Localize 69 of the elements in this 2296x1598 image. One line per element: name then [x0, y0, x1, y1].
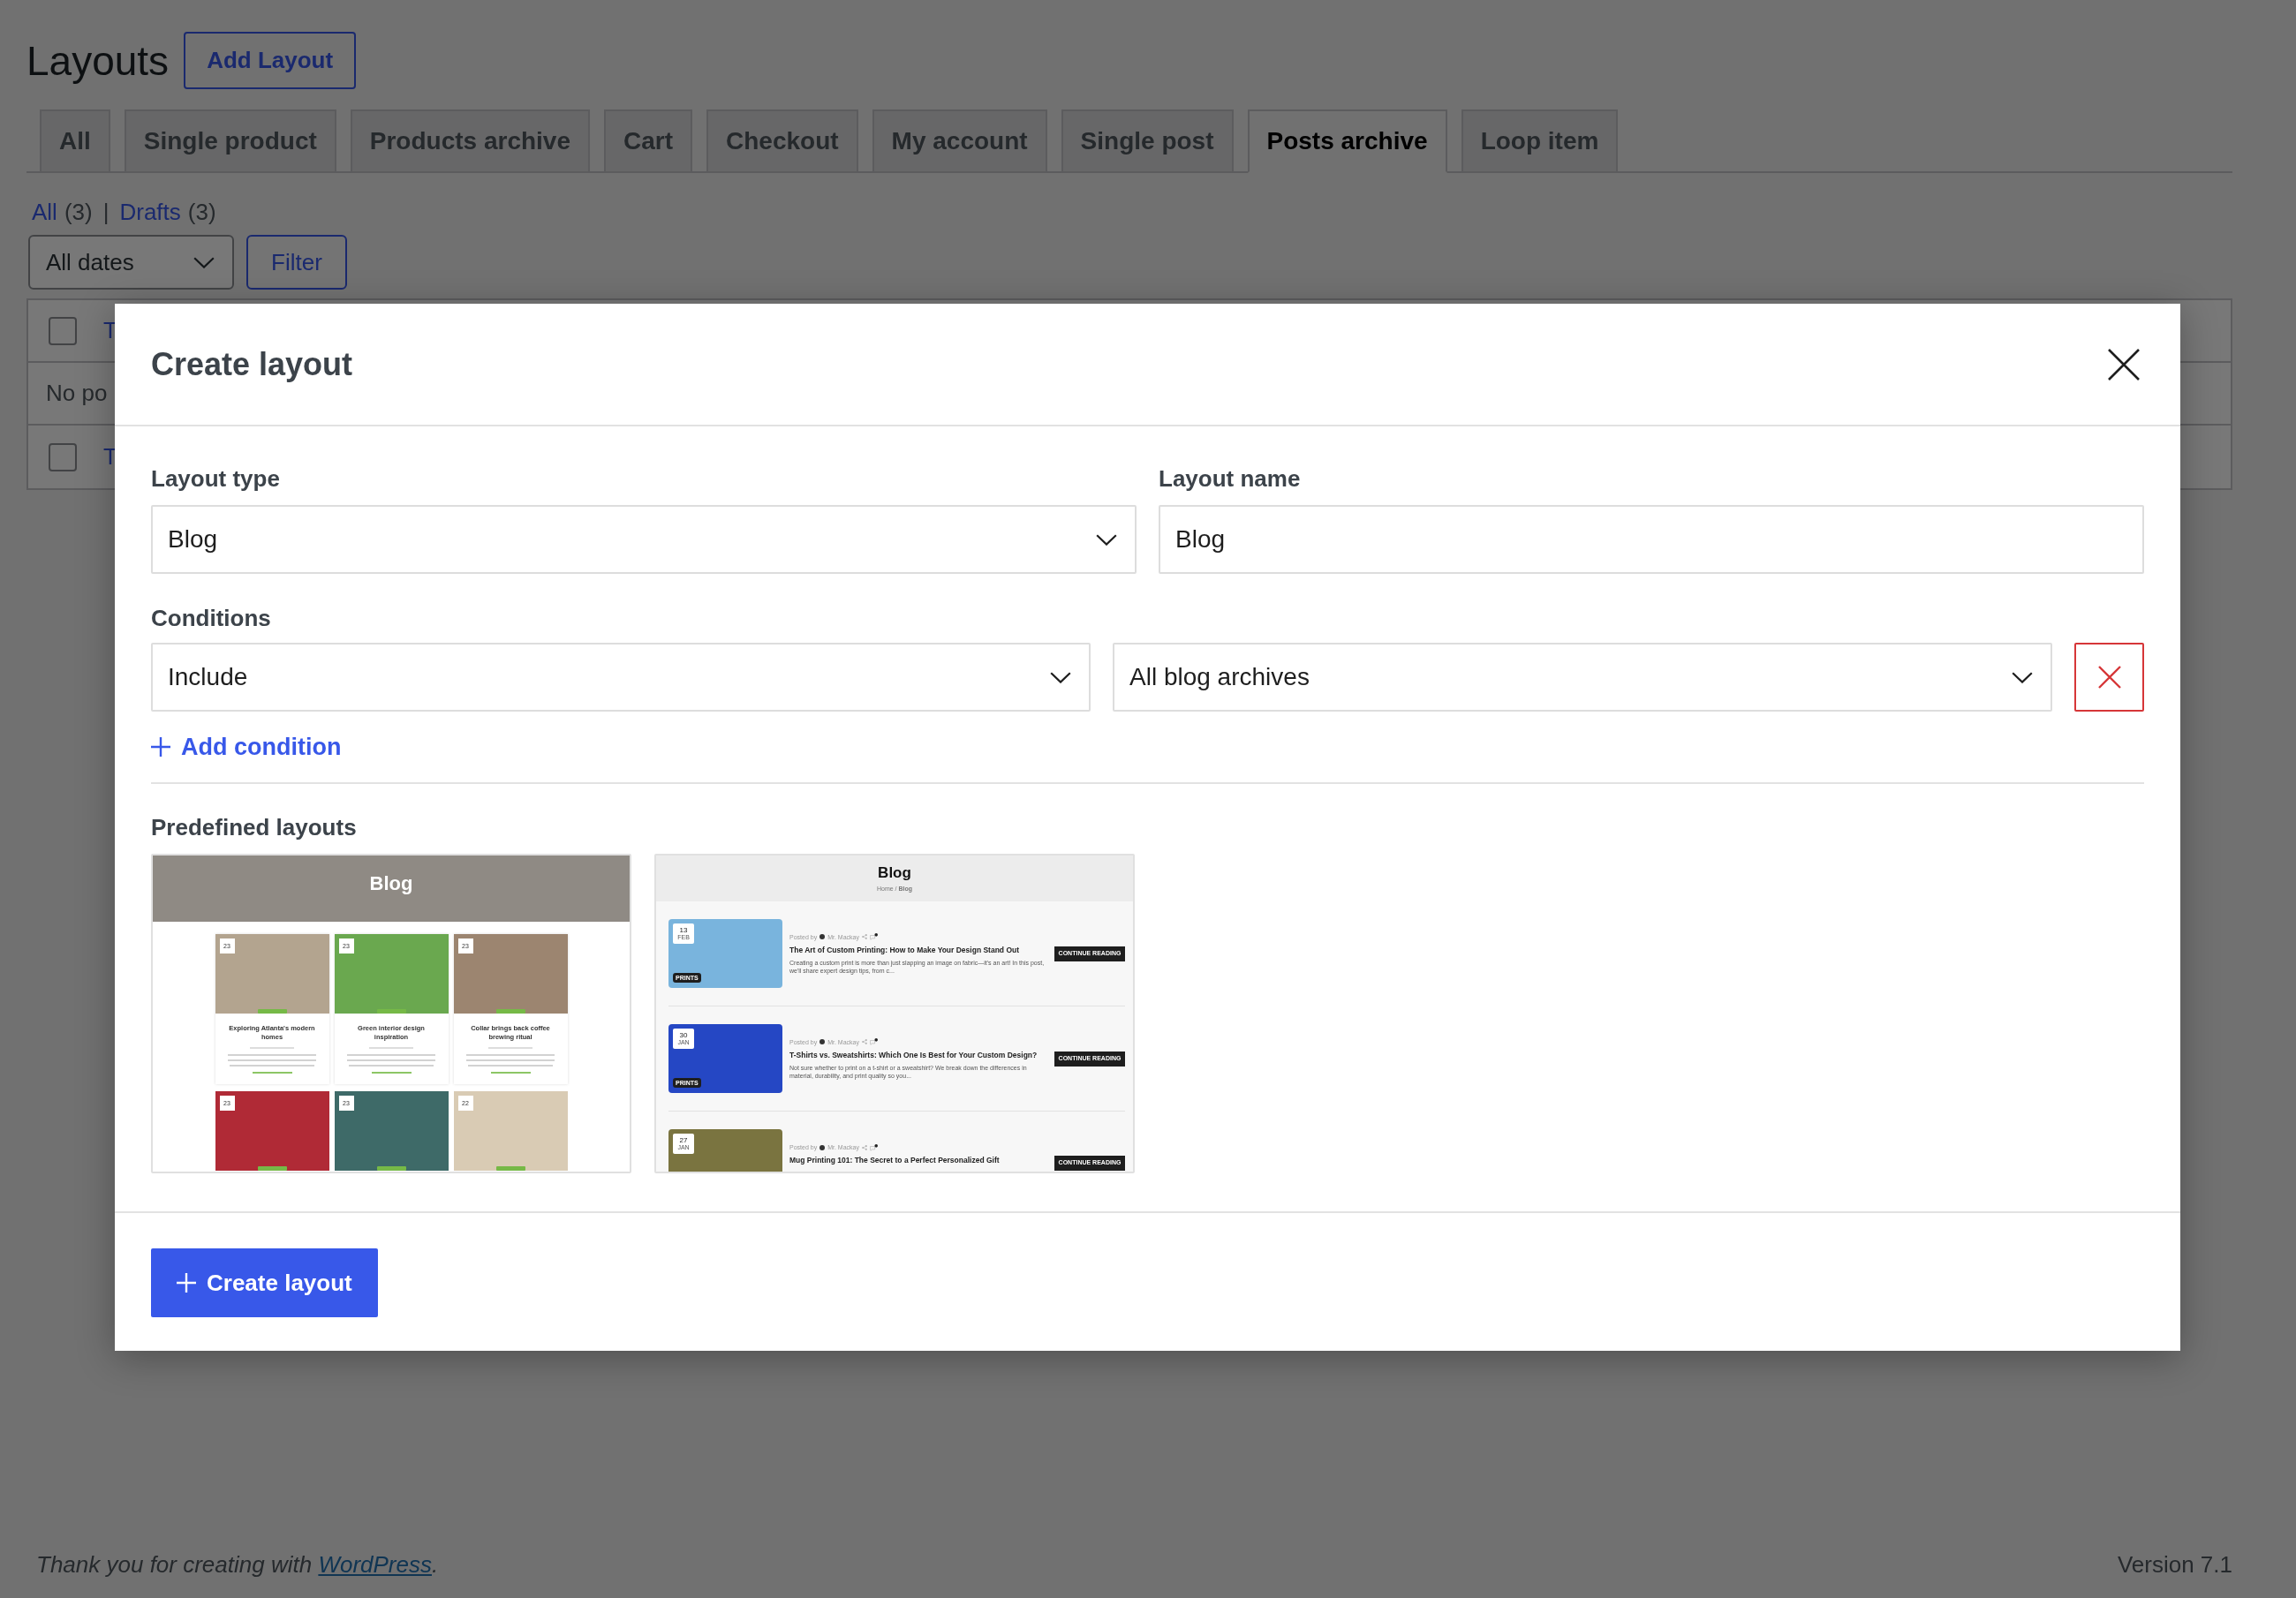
hero-title: Blog: [369, 871, 413, 895]
tab[interactable]: Cart: [604, 109, 692, 171]
tab[interactable]: Single product: [124, 109, 336, 171]
post-count: (3): [64, 198, 93, 227]
field-label: Layout name: [1159, 464, 1302, 493]
date-day: 27: [679, 1136, 688, 1144]
pill-icon: [257, 1166, 287, 1171]
chevron-down-icon: [1050, 671, 1071, 683]
field-label: Conditions: [151, 604, 272, 632]
date-day: 30: [679, 1031, 688, 1039]
pill-icon: [495, 1009, 525, 1014]
status-filter-link[interactable]: All: [32, 196, 57, 228]
status-filter-link[interactable]: Drafts: [119, 196, 181, 228]
comment-icon: [869, 1038, 878, 1045]
separator-text: |: [102, 198, 110, 227]
date-day: 13: [679, 926, 688, 934]
add-condition-button[interactable]: Add condition: [151, 732, 342, 762]
tab[interactable]: Checkout: [706, 109, 858, 171]
post-count: (3): [187, 198, 216, 227]
pill-icon: [376, 1166, 406, 1171]
field-label: Predefined layouts: [151, 813, 358, 841]
share-icon: [861, 1039, 867, 1044]
chevron-down-icon: [1096, 533, 1117, 546]
date-filter-select[interactable]: All dates: [28, 235, 234, 290]
pill-icon: [376, 1009, 406, 1014]
plus-icon: [151, 737, 170, 757]
tab[interactable]: All: [40, 109, 110, 171]
empty-message: No po: [46, 379, 108, 408]
pill-icon: [495, 1166, 525, 1171]
chevron-down-icon: [2012, 671, 2033, 683]
filter-button[interactable]: Filter: [246, 235, 347, 290]
header-title: Blog: [878, 864, 911, 882]
row-checkbox[interactable]: [49, 442, 77, 471]
close-icon: [2108, 348, 2140, 381]
version-text: Version 7.1: [2117, 1550, 2232, 1579]
footer-credit-text: Thank you for creating with WordPress.: [36, 1550, 439, 1579]
post-title: Mug Printing 101: The Secret to a Perfect Personalized Gift: [789, 1156, 1001, 1165]
select-field[interactable]: Include: [151, 643, 1091, 712]
tab[interactable]: Products archive: [350, 109, 590, 171]
tab[interactable]: Posts archive: [1247, 109, 1447, 173]
avatar-icon: [819, 1144, 826, 1150]
tab[interactable]: Single post: [1061, 109, 1234, 171]
comment-icon: [869, 933, 878, 940]
share-icon: [861, 934, 867, 939]
field-label: Layout type: [151, 464, 281, 493]
add-layout-button[interactable]: Add Layout: [184, 32, 357, 89]
post-title: T-Shirts vs. Sweatshirts: Which One Is Best for Your Custom Design?: [789, 1050, 1038, 1060]
close-button[interactable]: [2108, 348, 2140, 381]
modal-title: Create layout: [151, 344, 353, 384]
share-icon: [861, 1144, 867, 1150]
select-field[interactable]: Blog: [151, 505, 1137, 574]
page-title: Layouts: [26, 36, 170, 86]
avatar-icon: [819, 934, 826, 939]
layout-preview-card[interactable]: [654, 854, 1135, 1173]
x-icon: [2097, 666, 2121, 689]
chevron-down-icon: [193, 256, 215, 268]
row-checkbox[interactable]: [49, 316, 77, 345]
plus-icon: [177, 1273, 196, 1293]
pill-icon: [257, 1009, 287, 1014]
text-field[interactable]: Blog: [1159, 505, 2144, 574]
create-layout-button[interactable]: Create layout: [151, 1248, 378, 1317]
wordpress-link[interactable]: WordPress: [318, 1551, 432, 1578]
select-field[interactable]: All blog archives: [1113, 643, 2052, 712]
post-title: The Art of Custom Printing: How to Make Your Design Stand Out: [789, 945, 1021, 955]
avatar-icon: [819, 1039, 826, 1044]
tab[interactable]: Loop item: [1461, 109, 1619, 171]
tab[interactable]: My account: [872, 109, 1047, 171]
comment-icon: [869, 1143, 878, 1151]
remove-condition-button[interactable]: [2074, 643, 2144, 712]
